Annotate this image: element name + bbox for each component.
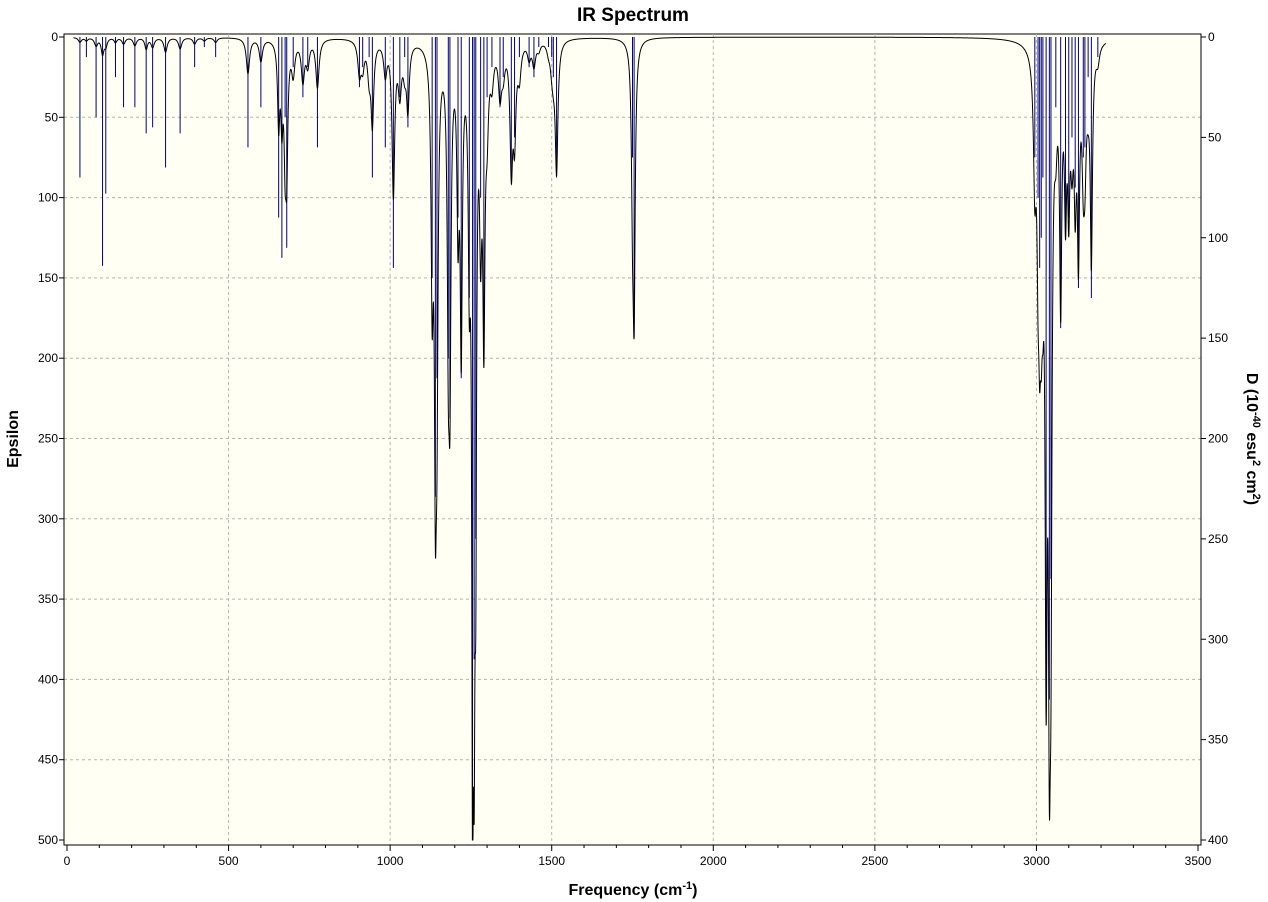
y-left-tick-label: 100	[38, 191, 58, 205]
y-left-tick-label: 350	[38, 592, 58, 606]
y-left-tick-label: 250	[38, 432, 58, 446]
y-axis-right-label: D (10-40 esu2 cm2)	[1243, 373, 1262, 505]
right-axis-ticks: 0 50 100 150 200 250 300 350 400	[1201, 30, 1228, 847]
x-tick-label: 0	[64, 854, 71, 868]
x-tick-label: 500	[219, 854, 239, 868]
y-left-tick-label: 150	[38, 271, 58, 285]
y-left-tick-label: 300	[38, 512, 58, 526]
ir-spectrum-chart: IR Spectrum 0 500 1000 1500 2000 2500 3000 3500…	[5, 5, 1262, 899]
y-right-tick-label: 0	[1208, 30, 1215, 44]
y-right-tick-label: 100	[1208, 231, 1228, 245]
x-axis-label: Frequency (cm-1)	[569, 880, 698, 899]
x-tick-label: 3500	[1185, 854, 1212, 868]
y-left-tick-label: 0	[51, 30, 58, 44]
x-tick-label: 2000	[700, 854, 727, 868]
left-axis-ticks: 0 50 100 150 200 250 300 350 400 450 500	[38, 30, 64, 847]
y-right-tick-label: 50	[1208, 130, 1222, 144]
x-axis-ticks: 0 500 1000 1500 2000 2500 3000 3500	[64, 845, 1212, 868]
y-right-tick-label: 250	[1208, 532, 1228, 546]
x-tick-label: 2500	[862, 854, 889, 868]
chart-title: IR Spectrum	[577, 5, 689, 26]
x-tick-label: 1000	[377, 854, 404, 868]
y-right-tick-label: 200	[1208, 432, 1228, 446]
y-left-tick-label: 400	[38, 672, 58, 686]
y-right-tick-label: 400	[1208, 833, 1228, 847]
y-left-tick-label: 450	[38, 753, 58, 767]
y-right-tick-label: 300	[1208, 632, 1228, 646]
x-tick-label: 3000	[1023, 854, 1050, 868]
y-left-tick-label: 500	[38, 833, 58, 847]
y-left-tick-label: 200	[38, 351, 58, 365]
y-left-tick-label: 50	[45, 110, 59, 124]
y-axis-left-label: Epsilon	[5, 410, 22, 468]
y-right-tick-label: 350	[1208, 733, 1228, 747]
y-right-tick-label: 150	[1208, 331, 1228, 345]
x-tick-label: 1500	[538, 854, 565, 868]
